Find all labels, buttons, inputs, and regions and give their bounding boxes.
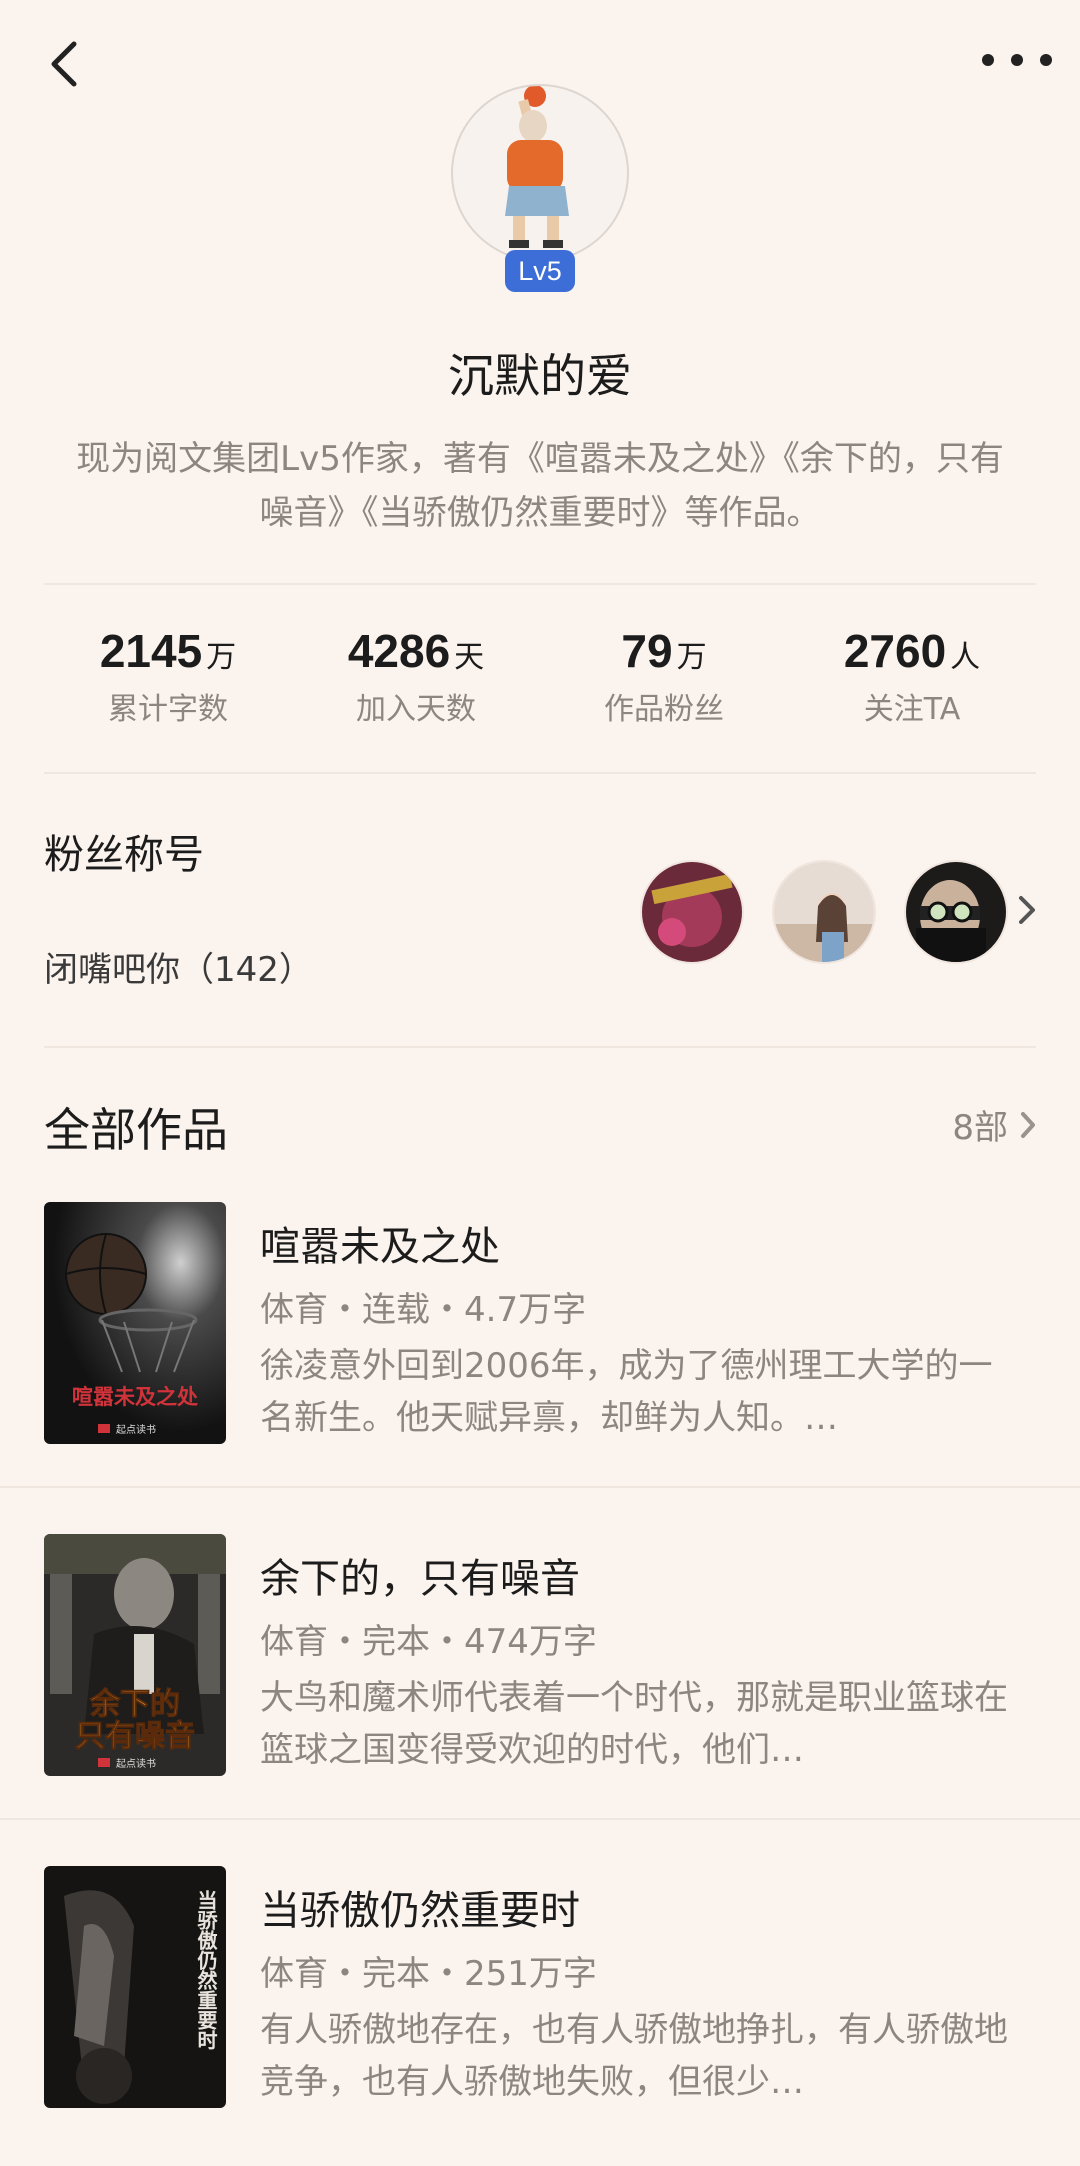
book-title: 喧嚣未及之处: [260, 1224, 500, 1270]
chevron-right-icon: [1021, 1111, 1035, 1138]
back-button[interactable]: [40, 36, 90, 92]
stat-unit: 人: [950, 640, 981, 675]
stat-label: 加入天数: [356, 692, 476, 727]
chevron-right-icon: [1019, 896, 1035, 924]
stat-fans: 79 万 作品粉丝: [540, 624, 788, 744]
stat-word-count: 2145 万 累计字数: [44, 624, 292, 744]
book-item[interactable]: 余下的 只有噪音 起点读书 余下的，只有噪音 体育・完本・474万字 大鸟和魔术…: [0, 1534, 1080, 1834]
stat-value: 2145: [99, 625, 203, 677]
cover-title-text: 只有噪音: [75, 1719, 195, 1754]
fan-avatar: [904, 860, 1008, 964]
fan-avatars-row[interactable]: [640, 860, 1050, 964]
author-bio: 现为阅文集团Lv5作家，著有《喧嚣未及之处》《余下的，只有噪音》《当骄傲仍然重要…: [76, 439, 1004, 533]
stat-unit: 天: [454, 640, 485, 675]
divider: [44, 1046, 1036, 1048]
stat-value: 4286: [347, 625, 451, 677]
book-title: 余下的，只有噪音: [260, 1556, 580, 1602]
divider: [44, 583, 1036, 585]
cover-publisher-text: 起点读书: [116, 1423, 156, 1436]
all-works-heading: 全部作品: [44, 1103, 228, 1157]
more-dot-icon: [1040, 54, 1052, 66]
book-meta: 体育・完本・474万字: [260, 1622, 597, 1662]
book-cover: 喧嚣未及之处 起点读书: [44, 1202, 226, 1444]
divider: [0, 1818, 1080, 1820]
fan-title-heading: 粉丝称号: [44, 832, 204, 878]
book-cover: 余下的 只有噪音 起点读书: [44, 1534, 226, 1776]
divider: [44, 772, 1036, 774]
stat-value: 2760: [843, 625, 947, 677]
stat-label: 累计字数: [108, 692, 228, 727]
author-name: 沉默的爱: [448, 349, 632, 403]
book-item[interactable]: 喧嚣未及之处 起点读书 喧嚣未及之处 体育・连载・4.7万字 徐凌意外回到200…: [0, 1202, 1080, 1502]
cover-title-text: 喧嚣未及之处: [72, 1385, 198, 1409]
book-cover: 当骄傲仍然重要时: [44, 1866, 226, 2108]
cover-title-text: 余下的: [89, 1687, 180, 1722]
stat-value: 79: [621, 625, 673, 677]
author-avatar: [451, 84, 629, 262]
fan-avatar: [640, 860, 744, 964]
more-options-button[interactable]: [982, 40, 1052, 80]
stat-unit: 万: [206, 640, 237, 675]
more-dot-icon: [982, 54, 994, 66]
author-avatar-wrap[interactable]: [451, 84, 629, 262]
stat-label: 作品粉丝: [604, 692, 724, 727]
avatar-illustration: [505, 86, 569, 248]
book-item[interactable]: 当骄傲仍然重要时 当骄傲仍然重要时 体育・完本・251万字 有人骄傲地存在，也有…: [0, 1866, 1080, 2166]
book-description: 有人骄傲地存在，也有人骄傲地挣扎，有人骄傲地竞争，也有人骄傲地失败，但很少…: [260, 2010, 1008, 2102]
fan-title-name: 闭嘴吧你（142）: [44, 950, 313, 990]
more-dot-icon: [1011, 54, 1023, 66]
cover-title-text: 当骄傲仍然重要时: [194, 1890, 218, 2050]
stat-following[interactable]: 2760 人 关注TA: [788, 624, 1036, 744]
stat-join-days: 4286 天 加入天数: [292, 624, 540, 744]
stat-label: 关注TA: [863, 692, 961, 727]
book-description: 徐凌意外回到2006年，成为了德州理工大学的一名新生。他天赋异禀，却鲜为人知。…: [260, 1346, 993, 1438]
book-title: 当骄傲仍然重要时: [260, 1888, 580, 1934]
stats-row: 2145 万 累计字数 4286 天 加入天数 79 万 作品粉丝 2760 人 关注T…: [44, 624, 1036, 744]
book-meta: 体育・连载・4.7万字: [260, 1290, 587, 1330]
fan-avatar: [772, 860, 876, 964]
works-count: 8部: [952, 1108, 1008, 1148]
cover-publisher-text: 起点读书: [116, 1757, 156, 1770]
book-description: 大鸟和魔术师代表着一个时代，那就是职业篮球在篮球之国变得受欢迎的时代，他们…: [260, 1678, 1008, 1770]
stat-unit: 万: [676, 640, 707, 675]
chevron-left-icon: [51, 41, 77, 87]
book-meta: 体育・完本・251万字: [260, 1954, 597, 1994]
level-badge: Lv5: [505, 250, 575, 292]
divider: [0, 1486, 1080, 1488]
works-count-link[interactable]: 8部: [952, 1100, 1038, 1149]
